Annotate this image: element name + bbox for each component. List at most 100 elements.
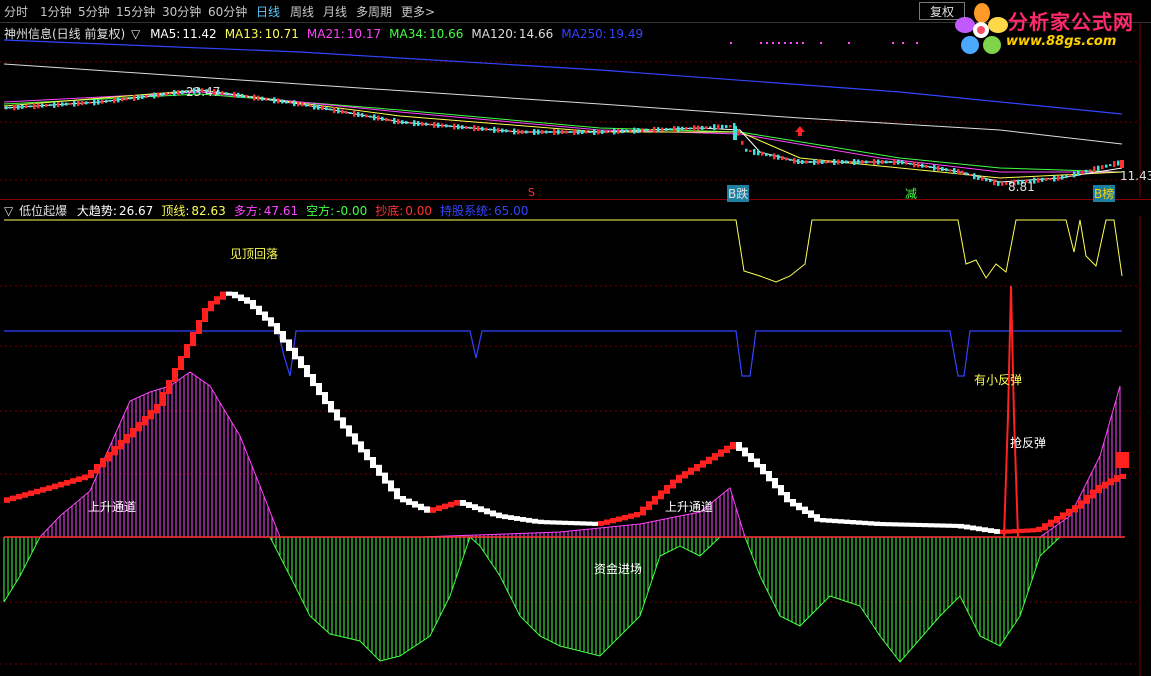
trend-block (568, 520, 574, 526)
candlestick (997, 180, 1000, 186)
tab-60min[interactable]: 60分钟 (208, 3, 247, 20)
trend-block (640, 506, 646, 516)
logo-title: 分析家公式网 (1008, 10, 1134, 34)
signal-dot (784, 42, 786, 44)
candlestick (825, 160, 828, 164)
candlestick (405, 121, 408, 124)
trend-block (682, 471, 688, 479)
trend-block (772, 478, 778, 489)
candlestick (729, 125, 732, 128)
tab-5min[interactable]: 5分钟 (78, 3, 110, 20)
trend-block (538, 519, 544, 525)
candlestick (697, 125, 700, 131)
trend-block (1030, 528, 1036, 533)
tab-multi-period[interactable]: 多周期 (356, 3, 392, 20)
candlestick (641, 128, 644, 133)
trend-block (106, 452, 112, 462)
signal-dot (796, 42, 798, 44)
candlestick (781, 156, 784, 161)
tab-more[interactable]: 更多> (401, 3, 435, 20)
trend-block (826, 518, 832, 523)
candlestick (177, 90, 180, 96)
signal-dot (772, 42, 774, 44)
candlestick (757, 150, 760, 156)
trend-block (262, 311, 268, 321)
trend-block (580, 521, 586, 526)
trend-block (316, 383, 322, 396)
candlestick (1037, 177, 1040, 183)
tab-fenshi[interactable]: 分时 (4, 3, 28, 20)
trend-block (802, 506, 808, 515)
trend-block (664, 485, 670, 494)
tab-monthly[interactable]: 月线 (323, 3, 347, 20)
trend-block (622, 515, 628, 521)
tab-daily[interactable]: 日线 (256, 3, 280, 20)
candlestick (913, 161, 916, 168)
trend-block (226, 291, 232, 296)
trend-block (238, 294, 244, 301)
trend-block (208, 300, 214, 312)
trend-block (370, 457, 376, 469)
candlestick (293, 100, 296, 107)
trend-block (1084, 495, 1090, 504)
trend-block (76, 476, 82, 483)
panel-divider[interactable] (0, 199, 1151, 200)
indicator-chart[interactable] (0, 216, 1151, 676)
candlestick (533, 129, 536, 135)
tab-30min[interactable]: 30分钟 (162, 3, 201, 20)
trend-block (394, 488, 400, 500)
candlestick (333, 107, 336, 114)
tab-15min[interactable]: 15分钟 (116, 3, 155, 20)
candlestick (713, 124, 716, 131)
candlestick (521, 130, 524, 134)
trend-block (634, 512, 640, 518)
candlestick (1093, 166, 1096, 173)
candlestick (557, 129, 560, 135)
trend-block (850, 520, 856, 525)
candlestick (809, 161, 812, 163)
trend-block (526, 517, 532, 523)
candlestick (1085, 169, 1088, 173)
candlestick (473, 125, 476, 132)
candlestick (773, 153, 776, 160)
candlestick (85, 101, 88, 105)
candlestick (37, 103, 40, 109)
signal-dot (892, 42, 894, 44)
tab-1min[interactable]: 1分钟 (40, 3, 72, 20)
trend-block (130, 428, 136, 438)
candlestick (605, 130, 608, 134)
candlestick (861, 160, 864, 164)
candlestick (857, 159, 860, 165)
trend-block (514, 516, 520, 521)
trend-block (820, 518, 826, 523)
candlestick (1113, 161, 1116, 168)
trend-block (58, 481, 64, 488)
logo-url: www.88gs.com (1006, 34, 1117, 49)
signal-dot (902, 42, 904, 44)
trend-block (652, 495, 658, 505)
candlestick (965, 172, 968, 176)
candlestick (817, 159, 820, 165)
candlestick (637, 127, 640, 133)
tab-weekly[interactable]: 周线 (290, 3, 314, 20)
candlestick (1069, 174, 1072, 177)
trend-block (244, 297, 250, 304)
trend-block (436, 505, 442, 512)
candlestick (305, 103, 308, 107)
candlestick (245, 94, 248, 98)
trend-block (544, 520, 550, 525)
trend-block (64, 480, 70, 486)
trend-block (946, 523, 952, 528)
trend-block (892, 522, 898, 527)
trend-block (712, 453, 718, 461)
candlestick (833, 159, 836, 165)
trend-block (358, 441, 364, 453)
trend-block (874, 521, 880, 526)
candlestick (105, 99, 108, 103)
trend-block (448, 501, 454, 508)
candlestick (613, 128, 616, 135)
candlestick (805, 160, 808, 164)
candlestick (565, 130, 568, 134)
trend-block (124, 434, 130, 444)
candlestick (377, 115, 380, 121)
